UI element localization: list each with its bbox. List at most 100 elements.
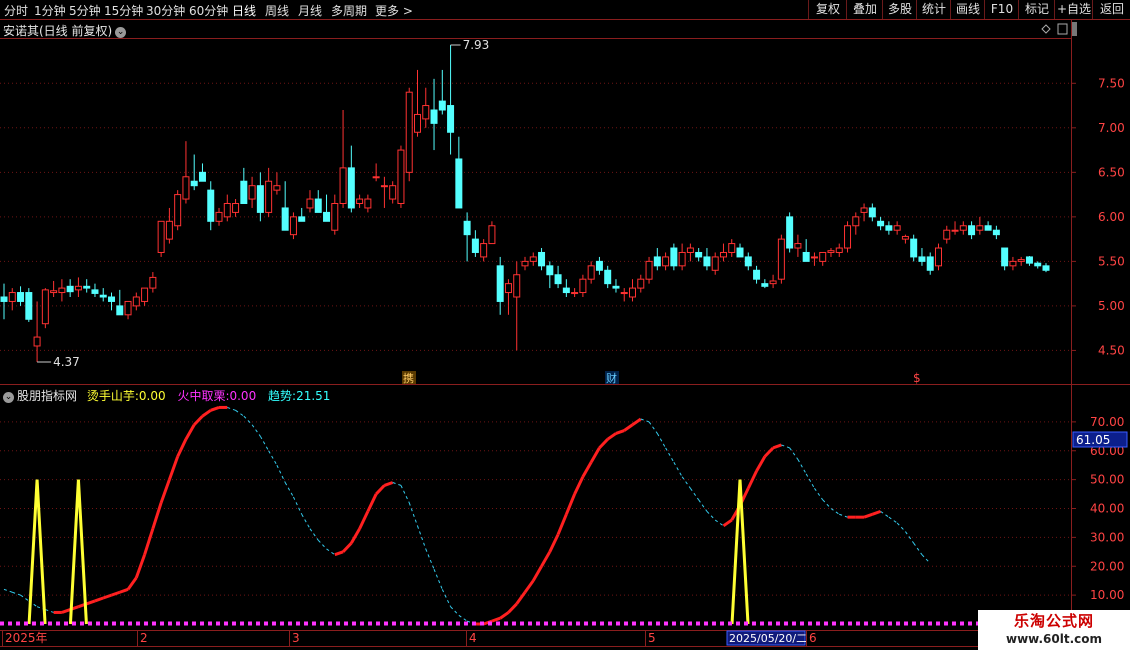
candle-body — [769, 280, 777, 285]
candle-body — [918, 256, 926, 262]
candle-body — [323, 211, 331, 222]
diamond-icon[interactable] — [1041, 24, 1051, 34]
indicator-tick-label: 40.00 — [1090, 502, 1124, 516]
candle-body — [711, 256, 719, 271]
indicator-grid — [0, 421, 1076, 596]
candle-body — [430, 109, 438, 124]
stock-chart-canvas[interactable]: 7.50 7.00 6.50 6.00 5.50 5.00 4.50 70.00… — [0, 0, 1130, 650]
trend-segment-falling — [458, 614, 468, 622]
candle-body — [992, 229, 1000, 236]
candle-body — [562, 287, 570, 294]
candle-body — [422, 105, 430, 120]
price-tick-label: 6.50 — [1098, 165, 1125, 179]
trend-segment-falling — [235, 409, 245, 417]
trend-segment-rising — [540, 551, 552, 567]
candle-body — [546, 265, 554, 276]
candle-body — [959, 225, 967, 231]
event-marker-cai[interactable]: 财 — [605, 371, 619, 385]
candle-body — [728, 243, 736, 253]
candle-body — [943, 229, 951, 240]
legend-trend-value: 21.51 — [296, 389, 331, 403]
candle-body — [215, 211, 223, 222]
candle-body — [579, 278, 587, 294]
trend-segment-rising — [134, 554, 146, 579]
trend-segment-falling — [301, 514, 311, 529]
candle-body — [554, 274, 562, 285]
trend-segment-falling — [268, 450, 278, 466]
candle-body — [587, 265, 595, 280]
candle-body — [488, 225, 496, 245]
candle-body — [331, 203, 339, 231]
trend-segment-rising — [763, 446, 775, 458]
trend-segment-falling — [648, 421, 658, 434]
hot-potato-spike — [68, 479, 88, 625]
svg-text:$: $ — [913, 371, 921, 385]
legend-trend-label: 趋势: — [268, 389, 297, 403]
time-axis-label: 3 — [292, 631, 300, 645]
candle-body — [926, 256, 934, 271]
candle-body — [612, 285, 620, 289]
candle-body — [877, 220, 885, 227]
trend-segment-rising — [350, 527, 361, 544]
main-chart-title[interactable]: 安诺其(日线 前复权) ⌄ — [3, 22, 127, 39]
trend-segment-falling — [830, 508, 840, 515]
trend-segment-rising — [623, 423, 634, 432]
candle-body — [753, 269, 761, 280]
candle-body — [695, 251, 703, 258]
candle-body — [645, 260, 653, 280]
indicator-tick-label: 70.00 — [1090, 415, 1124, 429]
candle-body — [868, 207, 876, 218]
stock-title-text: 安诺其(日线 前复权) — [3, 24, 113, 38]
event-marker-xie[interactable]: 携 — [402, 371, 416, 385]
candle-body — [719, 251, 727, 258]
legend-hot-potato-value: 0.00 — [138, 389, 166, 403]
candle-body — [538, 251, 546, 267]
chevron-down-icon[interactable]: ⌄ — [3, 392, 14, 403]
candle-body — [397, 149, 405, 204]
candle-body — [703, 256, 711, 267]
price-tick-label: 5.00 — [1098, 299, 1125, 313]
indicator-title[interactable]: ⌄ 股朋指标网 烫手山芋:0.00 火中取栗:0.00 趋势:21.51 — [3, 387, 330, 404]
candle-body — [662, 256, 670, 267]
chevron-down-icon[interactable]: ⌄ — [115, 27, 127, 38]
event-marker-dividend[interactable]: $ — [913, 371, 921, 385]
price-tick-label: 4.50 — [1098, 343, 1125, 357]
candle-body — [0, 296, 8, 302]
candle-body — [58, 287, 66, 294]
candle-body — [504, 283, 512, 294]
trend-segment-falling — [309, 528, 319, 541]
candle-body — [198, 171, 206, 182]
scroll-handle[interactable] — [1072, 22, 1077, 36]
candle-body — [8, 292, 16, 302]
candle-body — [744, 256, 752, 267]
candle-body — [827, 250, 835, 253]
candle-body — [810, 256, 818, 259]
candle-body — [852, 216, 860, 227]
window-toggle-icon[interactable] — [1057, 23, 1068, 35]
candle-body — [480, 243, 488, 258]
candle-body — [496, 265, 504, 302]
trend-segment-falling — [656, 433, 667, 449]
trend-segment-rising — [755, 455, 767, 472]
time-axis: 2025年 2 3 4 5 2025/05/20/二 6 — [2, 630, 817, 646]
candlestick-series — [0, 45, 1050, 362]
candle-body — [124, 300, 132, 316]
trend-segment-rising — [383, 481, 394, 487]
candle-body — [165, 220, 173, 240]
trend-segment-rising — [61, 608, 71, 614]
trend-segment-rising — [746, 470, 758, 489]
candle-body — [686, 247, 694, 253]
candle-body — [207, 189, 215, 222]
trend-segment-rising — [581, 461, 593, 478]
trend-segment-rising — [143, 528, 155, 556]
trend-segment-falling — [292, 496, 303, 515]
trend-segment-rising — [159, 479, 171, 504]
candle-body — [1009, 260, 1017, 267]
candle-body — [306, 198, 314, 209]
trend-segment-falling — [781, 444, 790, 449]
trend-segment-falling — [400, 485, 410, 503]
trend-segment-rising — [94, 596, 104, 603]
candle-body — [289, 216, 297, 236]
trend-segment-rising — [631, 417, 642, 426]
trend-segment-rising — [531, 565, 543, 582]
